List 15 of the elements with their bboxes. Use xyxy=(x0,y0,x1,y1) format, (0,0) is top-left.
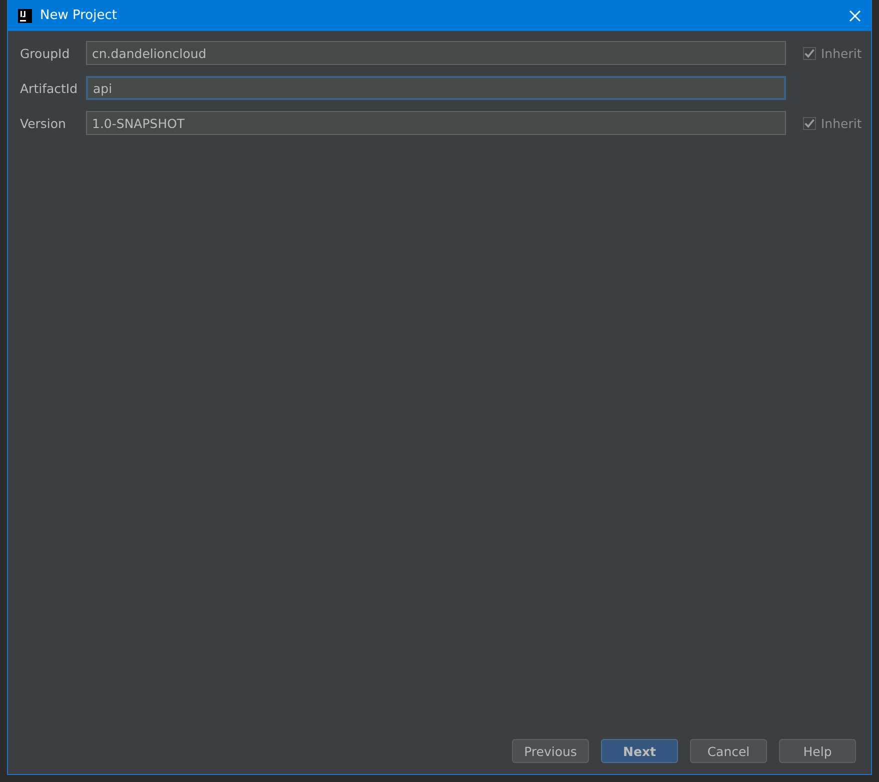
field-label: GroupId xyxy=(20,46,71,60)
dialog-button[interactable]: Cancel xyxy=(690,739,767,763)
field-label: Version xyxy=(20,116,67,130)
text-field[interactable]: 1.0-SNAPSHOT xyxy=(86,111,786,135)
dialog-button[interactable]: Previous xyxy=(512,739,589,763)
app-logo-icon xyxy=(18,8,32,22)
dialog-button[interactable]: Next xyxy=(601,739,678,763)
close-button[interactable] xyxy=(847,8,863,24)
checkbox-label: Inherit xyxy=(821,46,862,60)
text-field[interactable]: api xyxy=(86,76,786,100)
dialog-button[interactable]: Help xyxy=(779,739,856,763)
window-title: New Project xyxy=(40,8,118,23)
field-label: ArtifactId xyxy=(20,80,79,96)
checkbox-label: Inherit xyxy=(821,116,862,130)
text-field[interactable]: cn.dandelioncloud xyxy=(86,41,786,65)
